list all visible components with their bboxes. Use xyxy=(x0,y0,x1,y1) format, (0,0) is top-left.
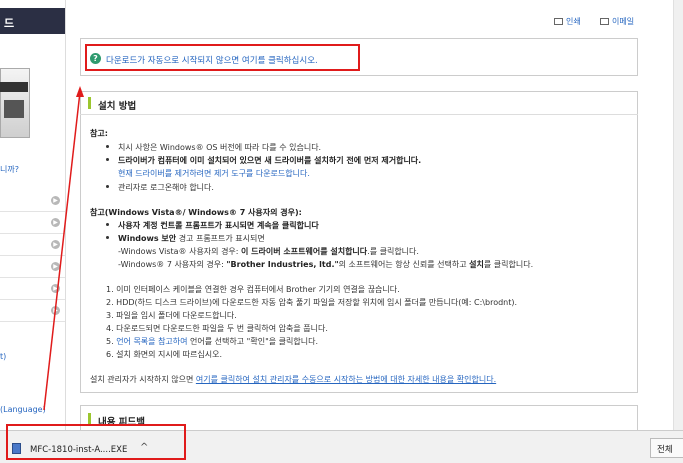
show-all-button[interactable]: 전체 xyxy=(650,438,683,458)
chevron-up-icon[interactable]: ^ xyxy=(140,442,148,453)
arrow-head xyxy=(76,86,84,97)
downloaded-file-button[interactable]: MFC-1810-inst-A....EXE xyxy=(30,445,127,455)
exe-file-icon xyxy=(12,443,21,454)
arrow-line xyxy=(43,91,81,411)
annotation-arrows xyxy=(43,86,84,411)
